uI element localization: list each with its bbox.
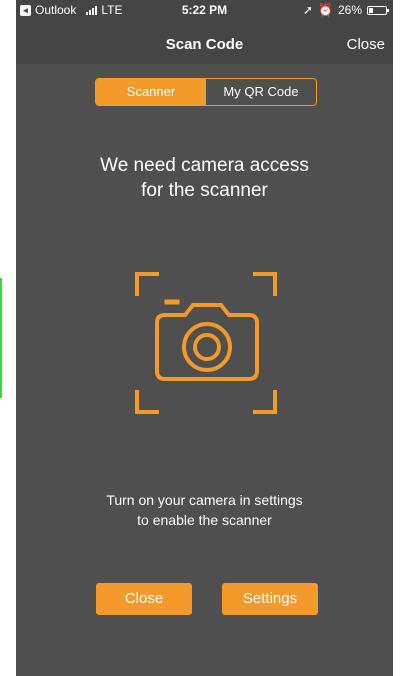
navigation-bar: Scan Code Close xyxy=(16,20,393,64)
segmented-control: Scanner My QR Code xyxy=(95,78,317,106)
heading-line-2: for the scanner xyxy=(141,180,268,201)
tab-scanner[interactable]: Scanner xyxy=(96,79,206,105)
camera-settings-hint: Turn on your camera in settings to enabl… xyxy=(16,490,393,530)
nav-close-button[interactable]: Close xyxy=(347,36,385,53)
tab-my-qr-code[interactable]: My QR Code xyxy=(206,79,316,105)
location-icon: ➚ xyxy=(302,3,314,17)
subtext-line-2: to enable the scanner xyxy=(137,512,272,528)
battery-fill xyxy=(369,7,373,13)
battery-icon xyxy=(367,5,389,15)
heading-line-1: We need camera access xyxy=(100,155,309,176)
page-title: Scan Code xyxy=(165,36,244,53)
close-button[interactable]: Close xyxy=(96,583,192,615)
phone-screen: ◂ Outlook LTE 5:22 PM ➚ ⏰ 26% Scan Code … xyxy=(16,0,393,676)
left-edge-marker xyxy=(0,278,2,398)
camera-access-heading: We need camera access for the scanner xyxy=(16,153,393,203)
status-right: ➚ ⏰ 26% xyxy=(302,3,389,17)
battery-percent: 26% xyxy=(337,3,362,17)
settings-button[interactable]: Settings xyxy=(222,583,318,615)
status-bar: ◂ Outlook LTE 5:22 PM ➚ ⏰ 26% xyxy=(16,0,393,20)
camera-frame-icon xyxy=(133,270,279,416)
alarm-icon: ⏰ xyxy=(318,3,333,17)
subtext-line-1: Turn on your camera in settings xyxy=(106,492,303,508)
